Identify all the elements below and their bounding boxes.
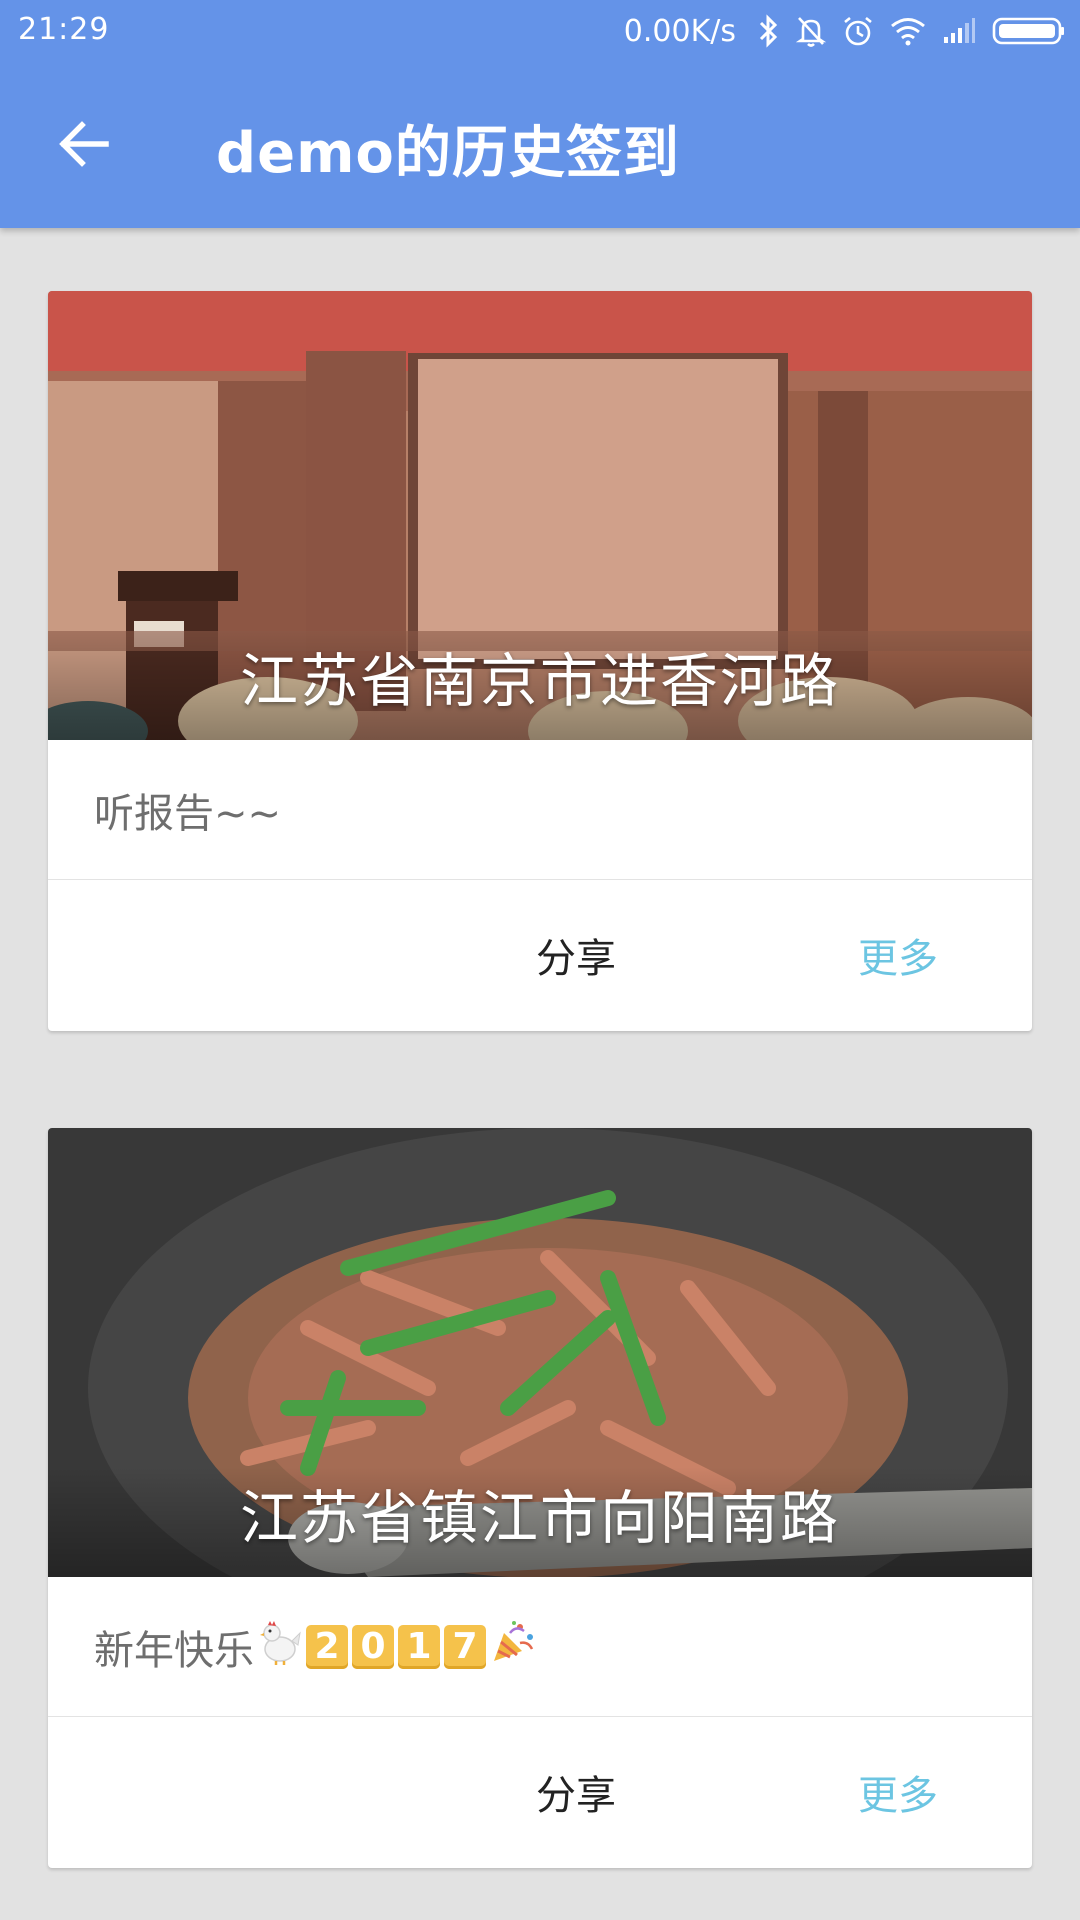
share-button[interactable]: 分享: [536, 926, 616, 984]
status-icons: 0.00K/s: [624, 8, 1066, 54]
party-popper-emoji: [490, 1619, 536, 1675]
digit-badge: 1: [398, 1624, 440, 1669]
digit-badge: 7: [444, 1624, 486, 1669]
more-button[interactable]: 更多: [858, 926, 938, 984]
checkin-location: 江苏省镇江市向阳南路: [239, 1484, 840, 1552]
more-button[interactable]: 更多: [858, 1763, 938, 1821]
digit-badge: 0: [352, 1624, 394, 1669]
rooster-emoji: [258, 1619, 302, 1675]
checkin-card: 江苏省镇江市向阳南路 新年快乐 2 0 1 7 分享 更多: [48, 1128, 1032, 1868]
digit-badge: 2: [306, 1624, 348, 1669]
bell-off-icon: [796, 15, 826, 47]
year-digits: 2 0 1 7: [306, 1624, 486, 1669]
back-button[interactable]: [56, 118, 112, 170]
status-time: 21:29: [18, 12, 110, 47]
checkin-photo[interactable]: 江苏省南京市进香河路: [48, 291, 1032, 740]
signal-icon: [942, 17, 976, 45]
status-bar: 21:29 0.00K/s: [0, 0, 1080, 64]
checkin-card: 江苏省南京市进香河路 听报告~~ 分享 更多: [48, 291, 1032, 1031]
checkin-note: 新年快乐 2 0 1 7: [48, 1577, 1032, 1717]
note-text: 新年快乐: [94, 1627, 254, 1674]
card-actions: 分享 更多: [48, 880, 1032, 1030]
share-button[interactable]: 分享: [536, 1763, 616, 1821]
checkin-photo[interactable]: 江苏省镇江市向阳南路: [48, 1128, 1032, 1577]
wifi-icon: [890, 16, 926, 46]
net-speed: 0.00K/s: [623, 13, 736, 49]
note-text: 听报告~~: [94, 790, 282, 837]
battery-icon: [992, 16, 1066, 46]
app-bar: 21:29 0.00K/s demo的历史签到: [0, 0, 1080, 228]
checkin-location: 江苏省南京市进香河路: [239, 647, 840, 715]
card-actions: 分享 更多: [48, 1717, 1032, 1867]
bluetooth-icon: [758, 14, 780, 48]
page-title: demo的历史签到: [216, 121, 680, 186]
checkin-note: 听报告~~: [48, 740, 1032, 880]
alarm-icon: [842, 15, 874, 47]
arrow-left-icon: [59, 121, 109, 167]
